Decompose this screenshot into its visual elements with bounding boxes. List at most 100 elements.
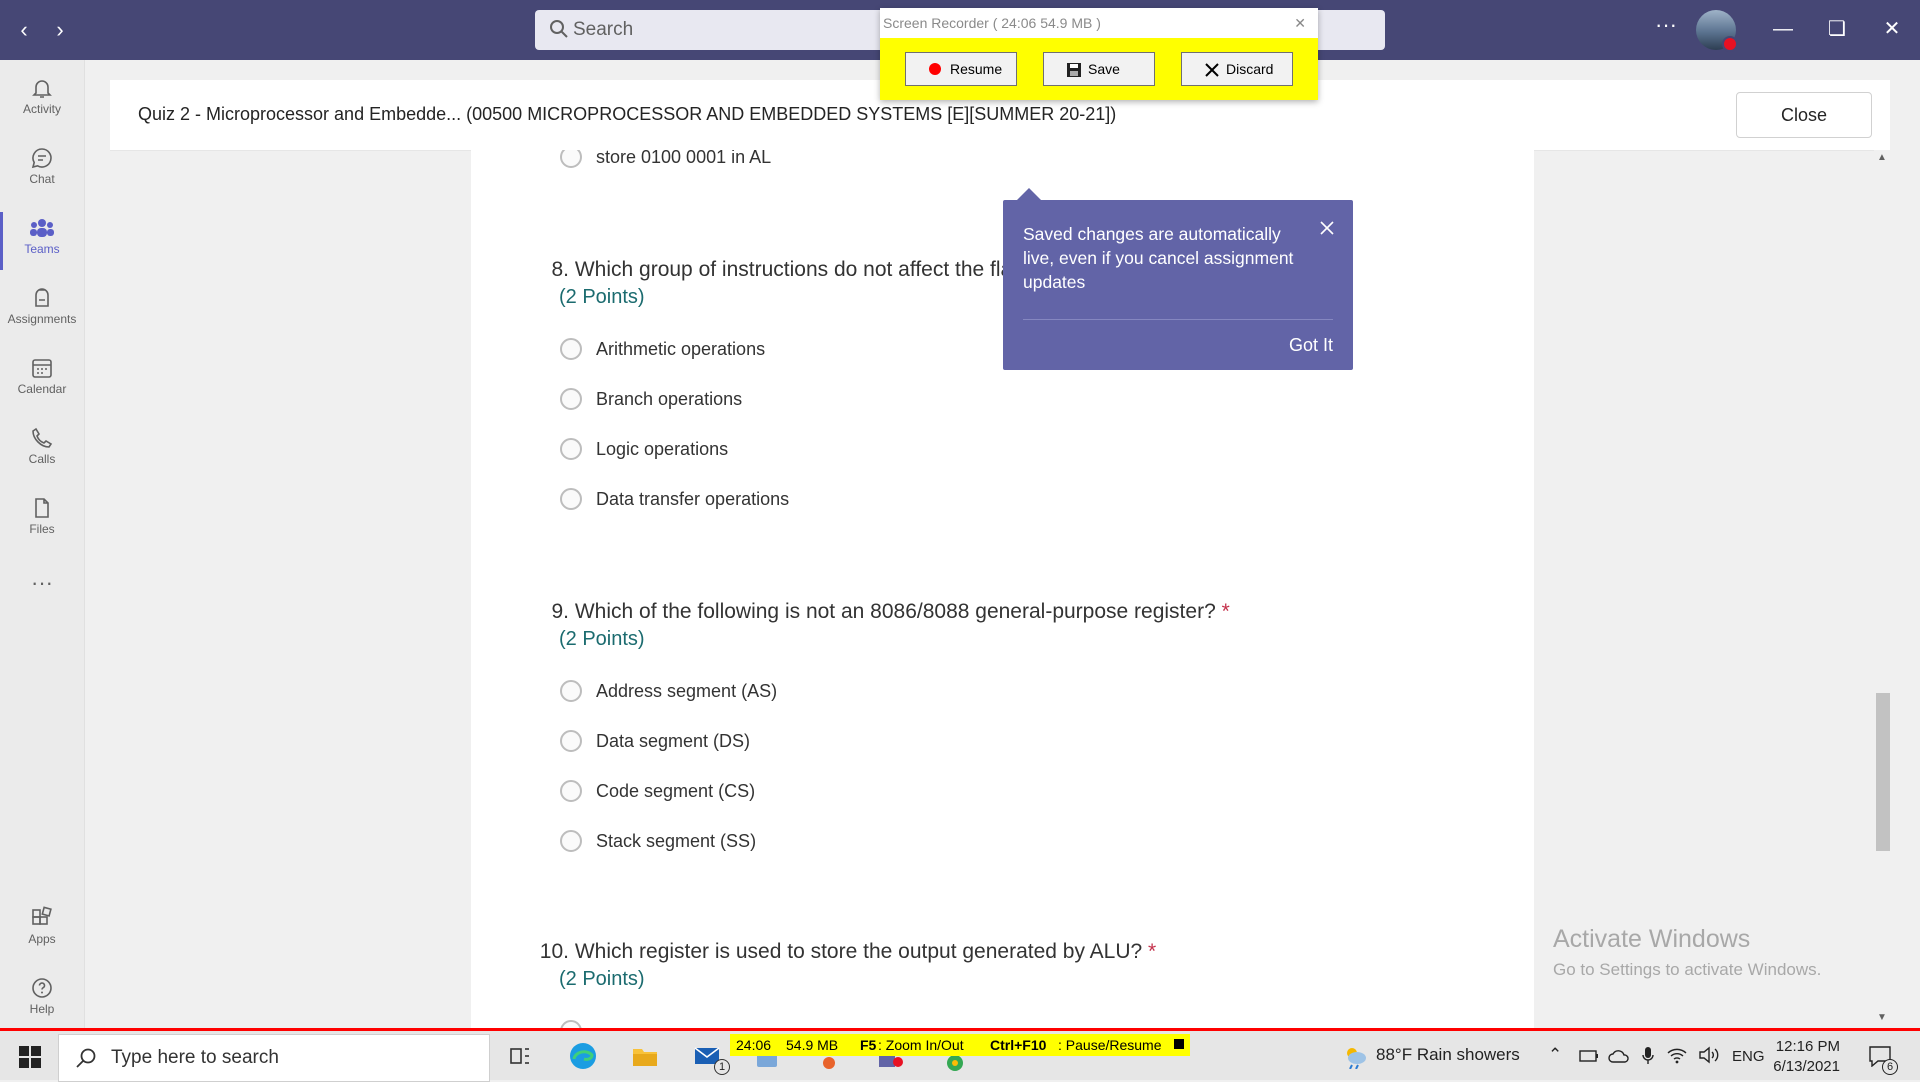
radio-button[interactable] [560,150,582,168]
teams-icon [30,219,54,237]
radio-button[interactable] [560,388,582,410]
scrollbar[interactable] [1874,150,1892,1028]
discard-button[interactable]: Discard [1181,52,1293,86]
divider [1023,319,1333,320]
chat-icon [31,148,52,169]
rail-item-files[interactable]: Files [0,490,84,552]
radio-button[interactable] [560,438,582,460]
screen-recorder-panel: Screen Recorder ( 24:06 54.9 MB ) ✕ Resu… [880,8,1318,100]
radio-button[interactable] [560,780,582,802]
search-icon [76,1048,96,1068]
scroll-down-icon[interactable]: ▼ [1877,1012,1887,1023]
clock-date: 6/13/2021 [1773,1058,1840,1075]
task-view-icon[interactable] [505,1041,535,1071]
onedrive-cloud-icon[interactable] [1608,1047,1630,1065]
avatar[interactable] [1696,10,1738,52]
phone-icon [32,427,53,448]
rec-zoom-text: : Zoom In/Out [878,1037,964,1053]
question-9: 9. Which of the following is not an 8086… [551,600,1230,623]
windows-start-icon[interactable] [18,1045,42,1069]
microphone-icon[interactable] [1640,1045,1656,1067]
radio-button[interactable] [560,730,582,752]
rec-pause-text: : Pause/Resume [1058,1037,1162,1053]
bell-icon [32,80,52,98]
resume-button[interactable]: Resume [905,52,1017,86]
search-placeholder: Search [573,19,634,40]
scroll-up-icon[interactable]: ▲ [1877,152,1887,163]
battery-icon[interactable] [1578,1047,1600,1065]
close-icon[interactable] [1319,220,1335,236]
rail-item-help[interactable]: Help [0,970,84,1032]
question-points: (2 Points) [559,286,645,308]
weather-icon [1347,1048,1366,1069]
more-options-icon[interactable]: ··· [1655,12,1677,38]
apps-icon [32,906,52,925]
calendar-icon [32,359,52,378]
question-text: Which register is used to store the outp… [574,940,1143,963]
radio-button[interactable] [560,488,582,510]
rail-item-more[interactable]: ··· [0,560,84,622]
rail-item-calls[interactable]: Calls [0,420,84,482]
clock[interactable]: 12:16 PM 6/13/2021 [1740,1037,1840,1077]
activate-windows-title: Activate Windows [1553,925,1751,953]
forward-arrow-icon[interactable]: › [46,16,74,44]
recorder-title: Screen Recorder ( 24:06 54.9 MB ) [883,15,1101,31]
radio-button[interactable] [560,680,582,702]
stop-icon[interactable] [1174,1039,1184,1049]
rail-item-apps[interactable]: Apps [0,900,84,962]
rail-item-teams[interactable]: Teams [0,210,84,272]
presence-badge [1722,36,1738,52]
restore-icon[interactable]: ❏ [1822,14,1852,44]
question-8: 8. Which group of instructions do not af… [551,258,1013,281]
edge-browser-icon[interactable] [568,1041,598,1071]
rail-item-activity[interactable]: Activity [0,70,84,132]
backpack-icon [35,288,49,307]
taskbar-search-input[interactable]: Type here to search [58,1034,490,1082]
rec-time: 24:06 [736,1037,772,1053]
record-icon [929,63,941,75]
callout-message: Saved changes are automatically live, ev… [1023,224,1294,292]
chevron-up-icon[interactable]: ⌃ [1548,1045,1562,1065]
volume-icon[interactable] [1698,1046,1720,1064]
activate-windows-subtitle: Go to Settings to activate Windows. [1553,960,1822,979]
left-rail: Activity Chat Teams Assignments Calendar… [0,60,85,1028]
rail-item-calendar[interactable]: Calendar [0,350,84,412]
page-title: Quiz 2 - Microprocessor and Embedde... (… [138,104,1117,124]
mail-badge: 1 [714,1059,730,1075]
notification-count: 6 [1882,1059,1898,1075]
rail-item-assignments[interactable]: Assignments [0,280,84,342]
close-window-icon[interactable]: ✕ [1877,14,1907,44]
question-text: Which group of instructions do not affec… [574,258,1013,281]
help-icon [32,978,52,998]
file-explorer-icon[interactable] [630,1041,660,1071]
minimize-icon[interactable]: — [1768,14,1798,44]
taskbar: Type here to search 1 24:06 54.9 MB F5 :… [0,1028,1920,1082]
more-apps-icon: ··· [31,570,53,595]
question-text: Which of the following is not an 8086/80… [574,600,1216,623]
question-10: 10. Which register is used to store the … [539,940,1157,963]
save-button[interactable]: Save [1043,52,1155,86]
recorder-status-strip: 24:06 54.9 MB F5 : Zoom In/Out Ctrl+F10 … [730,1034,1190,1056]
wifi-icon[interactable] [1666,1045,1688,1065]
rec-size: 54.9 MB [786,1037,839,1053]
recorder-titlebar: Screen Recorder ( 24:06 54.9 MB ) ✕ [880,8,1318,38]
required-marker: * [1221,600,1230,623]
floppy-disk-icon [1067,63,1081,77]
scrollbar-thumb[interactable] [1876,693,1890,851]
file-icon [35,498,49,518]
required-marker: * [1148,940,1157,963]
radio-button[interactable] [560,830,582,852]
teaching-callout: Saved changes are automatically live, ev… [1003,188,1353,370]
radio-button[interactable] [560,338,582,360]
back-arrow-icon[interactable]: ‹ [10,16,38,44]
rail-item-chat[interactable]: Chat [0,140,84,202]
got-it-button[interactable]: Got It [1289,335,1333,356]
radio-button[interactable] [560,1020,582,1028]
search-icon [550,20,568,38]
close-button[interactable]: Close [1736,92,1872,138]
question-points: (2 Points) [559,968,645,990]
weather-text[interactable]: 88°F Rain showers [1376,1045,1520,1065]
discard-x-icon [1205,63,1219,77]
close-icon[interactable]: ✕ [1294,15,1306,32]
clock-time: 12:16 PM [1775,1038,1840,1055]
